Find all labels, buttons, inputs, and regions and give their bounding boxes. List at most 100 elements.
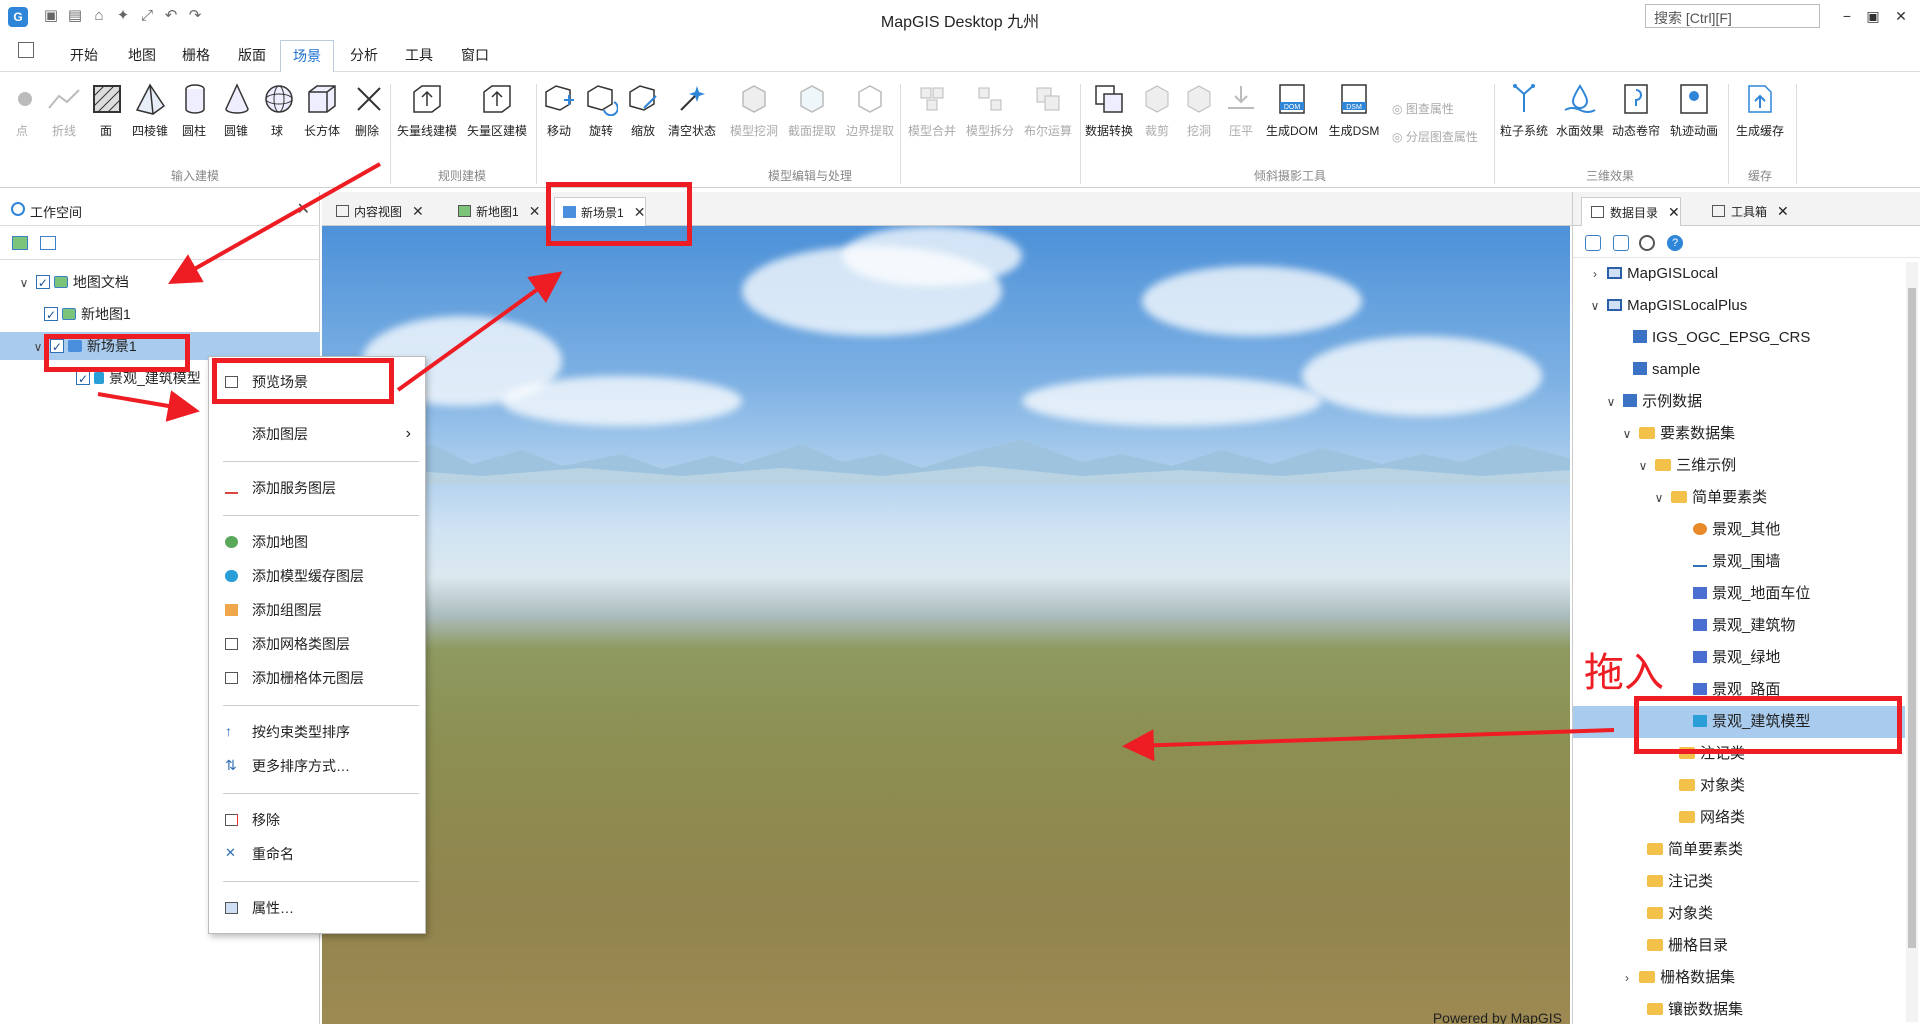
sphere-button[interactable]: 球 <box>262 82 293 162</box>
map-query-attr-button[interactable]: ◎ 图查属性 <box>1392 100 1454 117</box>
tree-item-mosaic-dataset[interactable]: 镶嵌数据集 <box>1573 994 1905 1024</box>
chevron-down-icon[interactable]: ∨ <box>1635 450 1651 482</box>
chevron-down-icon[interactable]: ∨ <box>1587 290 1603 322</box>
minimize-button[interactable]: − <box>1836 5 1858 27</box>
move-button[interactable]: 移动 <box>542 82 576 162</box>
chevron-down-icon[interactable]: ∨ <box>1619 418 1635 450</box>
maximize-button[interactable]: ▣ <box>1862 5 1884 27</box>
tree-item-simple-feature-class-2[interactable]: 简单要素类 <box>1573 834 1905 866</box>
boundary-extract-button[interactable]: 边界提取 <box>842 82 898 162</box>
tab-map1[interactable]: 新地图1 ✕ <box>450 197 540 226</box>
close-icon[interactable]: ✕ <box>297 199 310 219</box>
tab-data-catalog[interactable]: 数据目录 ✕ <box>1581 197 1681 226</box>
tree-item-raster-dataset[interactable]: › 栅格数据集 <box>1573 962 1905 994</box>
tree-item-landscape-other[interactable]: 景观_其他 <box>1573 514 1905 546</box>
clip-button[interactable]: 裁剪 <box>1140 82 1174 162</box>
chevron-right-icon[interactable]: › <box>1619 962 1635 994</box>
polyline-button[interactable]: 折线 <box>46 82 82 162</box>
tab-toolbox[interactable]: 工具箱 ✕ <box>1703 197 1789 226</box>
scene-viewport[interactable]: Powered by MapGIS <box>322 226 1570 1024</box>
close-icon[interactable]: ✕ <box>412 203 424 219</box>
menu-item-rename[interactable]: ✕ 重命名 <box>209 839 425 869</box>
tree-item-landscape-wall[interactable]: 景观_围墙 <box>1573 546 1905 578</box>
chevron-down-icon[interactable]: ∨ <box>16 269 32 297</box>
map-view-icon[interactable] <box>12 236 28 250</box>
polygon-button[interactable]: 面 <box>90 82 122 162</box>
catalog-scrollbar[interactable] <box>1906 262 1918 1022</box>
tree-item-3d-example[interactable]: ∨ 三维示例 <box>1573 450 1905 482</box>
menu-item-properties[interactable]: 属性… <box>209 893 425 923</box>
dynamic-swipe-button[interactable]: 动态卷帘 <box>1610 82 1662 162</box>
dig-button[interactable]: 挖洞 <box>1182 82 1216 162</box>
tree-item-mapgislocal[interactable]: › MapGISLocal <box>1573 258 1905 290</box>
generate-dom-button[interactable]: DOM 生成DOM <box>1264 82 1320 162</box>
menu-item-add-mesh-layer[interactable]: 添加网格类图层 <box>209 629 425 659</box>
menu-item-add-layer[interactable]: 添加图层 › <box>209 419 425 449</box>
section-extract-button[interactable]: 截面提取 <box>784 82 840 162</box>
particle-system-button[interactable]: 粒子系统 <box>1498 82 1550 162</box>
menu-item-add-model-cache[interactable]: 添加模型缓存图层 <box>209 561 425 591</box>
tree-item-object-class[interactable]: 对象类 <box>1573 770 1905 802</box>
cuboid-button[interactable]: 长方体 <box>302 82 342 162</box>
tab-analysis[interactable]: 分析 <box>344 43 384 72</box>
model-merge-button[interactable]: 模型合并 <box>904 82 960 162</box>
refresh-icon[interactable] <box>1639 235 1655 251</box>
chevron-down-icon[interactable]: ∨ <box>1651 482 1667 514</box>
tree-item-annotation-class-2[interactable]: 注记类 <box>1573 866 1905 898</box>
tab-layout[interactable]: 版面 <box>232 43 272 72</box>
search-input[interactable]: 搜索 [Ctrl][F] <box>1645 4 1820 28</box>
delete-button[interactable]: 删除 <box>352 82 382 162</box>
line-modeling-button[interactable]: 矢量线建模 <box>396 82 458 162</box>
close-icon[interactable]: ✕ <box>529 203 541 219</box>
generate-cache-button[interactable]: 生成缓存 <box>1732 82 1788 162</box>
tab-map[interactable]: 地图 <box>122 43 162 72</box>
clear-state-button[interactable]: 清空状态 <box>666 82 718 162</box>
tab-scene[interactable]: 场景 <box>280 40 334 73</box>
tree-item-raster-catalog[interactable]: 栅格目录 <box>1573 930 1905 962</box>
layer-query-attr-button[interactable]: ◎ 分层图查属性 <box>1392 128 1478 145</box>
close-icon[interactable]: ✕ <box>1777 203 1789 219</box>
checkbox[interactable] <box>76 365 90 393</box>
tree-item-simple-feature-class[interactable]: ∨ 简单要素类 <box>1573 482 1905 514</box>
chevron-down-icon[interactable]: ∨ <box>1603 386 1619 418</box>
menu-item-add-service-layer[interactable]: 添加服务图层 <box>209 473 425 503</box>
tree-item-landscape-parking[interactable]: 景观_地面车位 <box>1573 578 1905 610</box>
flatten-button[interactable]: 压平 <box>1224 82 1258 162</box>
tab-raster[interactable]: 栅格 <box>176 43 216 72</box>
tree-item-object-class-2[interactable]: 对象类 <box>1573 898 1905 930</box>
menu-item-add-map[interactable]: 添加地图 <box>209 527 425 557</box>
tree-item-map1[interactable]: 新地图1 <box>44 300 131 329</box>
catalog-db-icon[interactable] <box>1613 235 1629 251</box>
checkbox[interactable] <box>35 269 50 297</box>
catalog-add-icon[interactable] <box>1585 235 1601 251</box>
tree-item-sample[interactable]: sample <box>1573 354 1905 386</box>
chevron-right-icon[interactable]: › <box>1587 258 1603 290</box>
tab-window[interactable]: 窗口 <box>455 43 495 72</box>
checkbox[interactable] <box>44 301 58 329</box>
menu-item-add-group-layer[interactable]: 添加组图层 <box>209 595 425 625</box>
tree-item-map-document[interactable]: ∨ 地图文档 <box>16 268 129 297</box>
menu-item-remove[interactable]: 移除 <box>209 805 425 835</box>
generate-dsm-button[interactable]: DSM 生成DSM <box>1326 82 1382 162</box>
tree-item-network-class[interactable]: 网络类 <box>1573 802 1905 834</box>
model-split-button[interactable]: 模型拆分 <box>962 82 1018 162</box>
tab-content-view[interactable]: 内容视图 ✕ <box>328 197 424 226</box>
tree-item-landscape-building[interactable]: 景观_建筑物 <box>1573 610 1905 642</box>
tree-item-example-data[interactable]: ∨ 示例数据 <box>1573 386 1905 418</box>
tree-item-feature-dataset[interactable]: ∨ 要素数据集 <box>1573 418 1905 450</box>
menu-item-sort-by-constraint[interactable]: ↑ 按约束类型排序 <box>209 717 425 747</box>
point-button[interactable]: 点 <box>8 82 36 162</box>
rotate-button[interactable]: 旋转 <box>584 82 618 162</box>
area-modeling-button[interactable]: 矢量区建模 <box>466 82 528 162</box>
tab-tools[interactable]: 工具 <box>399 43 439 72</box>
panel-toggle-icon[interactable] <box>18 42 34 58</box>
tree-item-crs[interactable]: IGS_OGC_EPSG_CRS <box>1573 322 1905 354</box>
close-icon[interactable]: ✕ <box>1668 204 1680 220</box>
pyramid-button[interactable]: 四棱锥 <box>128 82 172 162</box>
tree-item-mapgislocalplus[interactable]: ∨ MapGISLocalPlus <box>1573 290 1905 322</box>
scrollbar-thumb[interactable] <box>1908 288 1916 948</box>
cylinder-button[interactable]: 圆柱 <box>178 82 210 162</box>
help-icon[interactable]: ? <box>1667 235 1683 251</box>
model-hole-button[interactable]: 模型挖洞 <box>726 82 782 162</box>
close-button[interactable]: ✕ <box>1890 5 1912 27</box>
